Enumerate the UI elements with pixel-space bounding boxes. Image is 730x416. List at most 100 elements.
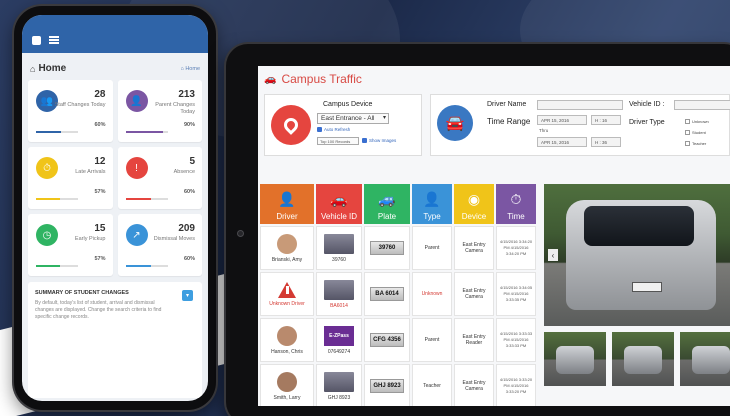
previous-photo-icon[interactable]: ‹ xyxy=(548,249,558,261)
driver-type-unknown[interactable]: Unknown xyxy=(685,119,709,124)
driver-name: Hanson, Chris xyxy=(271,348,303,355)
driver-avatar xyxy=(277,371,297,392)
stat-percent: 90% xyxy=(183,122,195,128)
stat-label: Early Pickup xyxy=(74,236,106,242)
checkbox-icon[interactable] xyxy=(685,130,690,135)
checkbox-icon[interactable] xyxy=(685,119,690,124)
time-value: 4/15/2016 3:33:20 PM 4/15/2016 3:33:20 P… xyxy=(499,377,533,394)
breadcrumb-text[interactable]: Home xyxy=(185,66,200,72)
driver-name: Brianski, Amy xyxy=(271,256,303,263)
device-select-value[interactable]: East Entrance - All xyxy=(321,115,374,122)
photo-thumbnail[interactable] xyxy=(544,332,606,386)
column-header[interactable]: ◉ Device xyxy=(454,184,494,224)
vehicle-id: 07649274 xyxy=(327,348,351,355)
vehicle-thumbnail xyxy=(324,233,354,254)
photo-thumbnail[interactable] xyxy=(680,332,730,386)
stat-card[interactable]: ⏱ 12 Late Arrivals 57% xyxy=(28,147,113,209)
column-header[interactable]: ⏱ Time xyxy=(496,184,536,224)
type-cell: Parent xyxy=(412,318,452,362)
photo-thumbnails xyxy=(544,332,730,386)
progress-bar xyxy=(36,198,78,200)
date-to-input[interactable]: APR 15, 2016 xyxy=(537,137,587,147)
vehicle-id: BA6014 xyxy=(330,302,348,309)
stat-card[interactable]: ! 5 Absence 60% xyxy=(117,147,202,209)
table-header: 👤 Driver 🚗 Vehicle ID 🚙 Plate 👤 Type ◉ Device ⏱ Tim… xyxy=(258,184,540,224)
plate-cell: CFG 4356 xyxy=(364,318,410,362)
stat-card[interactable]: ↗ 209 Dismissal Moves 60% xyxy=(117,214,202,276)
column-header[interactable]: 👤 Driver xyxy=(260,184,314,224)
time-to-value[interactable]: H : 36 xyxy=(595,140,607,145)
vehicle-id-input[interactable] xyxy=(674,100,730,110)
progress-bar xyxy=(36,131,78,133)
column-header[interactable]: 🚙 Plate xyxy=(364,184,410,224)
hamburger-menu-icon[interactable] xyxy=(49,36,59,44)
table-row[interactable]: Brianski, Amy 39760 39760 Parent East En… xyxy=(258,226,540,270)
stat-percent: 60% xyxy=(183,189,195,195)
driver-type: Teacher xyxy=(423,383,441,389)
driver-type-option: Unknown xyxy=(692,119,709,124)
records-value[interactable]: Top 100 Records xyxy=(320,139,350,144)
plate-cell: BA 6014 xyxy=(364,272,410,316)
driver-avatar xyxy=(277,233,297,254)
time-from-input[interactable]: H : 16 xyxy=(591,115,621,125)
driver-cell: Brianski, Amy xyxy=(260,226,314,270)
stat-card[interactable]: 👤 213 Parent Changes Today 90% xyxy=(117,80,202,142)
driver-type-option: Teacher xyxy=(692,141,707,146)
tablet-screen: 🚗 Campus Traffic Campus Device East Entr… xyxy=(258,66,730,406)
driver-filter-panel: 🚘 Driver Name Vehicle ID : Time Range AP… xyxy=(430,94,730,156)
driver-type-teacher[interactable]: Teacher xyxy=(685,141,706,146)
stat-label: Dismissal Moves xyxy=(153,236,195,242)
device-name: East Entry Camera xyxy=(462,288,486,300)
filter-dropdown-icon[interactable]: ▾ xyxy=(182,290,193,301)
stats-grid: 👥 28 Staff Changes Today 60% 👤 213 Paren… xyxy=(22,80,208,276)
show-images-checkbox[interactable]: Show Images xyxy=(362,138,396,143)
table-row[interactable]: Unknown Driver BA6014 BA 6014 Unknown Ea… xyxy=(258,272,540,316)
device-select[interactable]: East Entrance - All ▾ xyxy=(317,113,389,124)
date-from-input[interactable]: APR 15, 2016 xyxy=(537,115,587,125)
photo-thumbnail[interactable] xyxy=(612,332,674,386)
time-to-input[interactable]: H : 36 xyxy=(591,137,621,147)
checkbox-icon[interactable] xyxy=(685,141,690,146)
table-row[interactable]: Hanson, Chris E-ZPass 07649274 CFG 4356 P… xyxy=(258,318,540,362)
stat-percent: 57% xyxy=(94,189,106,195)
driver-cell: Unknown Driver xyxy=(260,272,314,316)
date-to-value[interactable]: APR 15, 2016 xyxy=(541,140,569,145)
device-cell: East Entry Camera xyxy=(454,364,494,406)
car-window xyxy=(584,206,694,246)
stat-card[interactable]: 👥 28 Staff Changes Today 60% xyxy=(28,80,113,142)
stat-label: Absence xyxy=(173,169,195,175)
driver-type: Unknown xyxy=(421,291,443,297)
user-icon[interactable] xyxy=(32,35,41,45)
driver-name-input[interactable] xyxy=(537,100,623,110)
driver-cell: Smith, Larry xyxy=(260,364,314,406)
date-from-value[interactable]: APR 15, 2016 xyxy=(541,118,569,123)
car-front-icon: 🚘 xyxy=(437,105,473,141)
stat-card[interactable]: ◷ 15 Early Pickup 57% xyxy=(28,214,113,276)
column-header[interactable]: 👤 Type xyxy=(412,184,452,224)
person-icon: 👤 xyxy=(278,191,296,207)
vehicle-cell: 39760 xyxy=(316,226,362,270)
chevron-down-icon[interactable]: ▾ xyxy=(383,114,386,121)
time-from-value[interactable]: H : 16 xyxy=(595,118,607,123)
driver-type-student[interactable]: Student xyxy=(685,130,706,135)
auto-refresh-checkbox[interactable]: Auto Refresh xyxy=(317,127,350,132)
checkbox-icon[interactable] xyxy=(362,138,367,143)
time-cell: 4/15/2016 3:33:33 PM 4/15/2016 3:33:33 P… xyxy=(496,318,536,362)
stat-value: 15 xyxy=(94,223,106,234)
vehicle-id: GHJ 8923 xyxy=(327,394,351,401)
checkbox-icon[interactable] xyxy=(317,127,322,132)
records-select[interactable]: Top 100 Records xyxy=(317,137,359,145)
type-cell: Unknown xyxy=(412,272,452,316)
breadcrumb[interactable]: ⌂ Home xyxy=(180,66,200,72)
vehicle-id: 39760 xyxy=(332,256,346,263)
time-cell: 4/15/2016 3:34:05 PM 4/15/2016 3:33:35 P… xyxy=(496,272,536,316)
location-pin-icon xyxy=(271,105,311,145)
table-row[interactable]: Smith, Larry GHJ 8923 GHJ 8923 Teacher E… xyxy=(258,364,540,406)
vehicle-id-label: Vehicle ID : xyxy=(629,101,665,108)
filters-bar: Campus Device East Entrance - All ▾ Auto… xyxy=(258,92,730,158)
vehicle-cell: BA6014 xyxy=(316,272,362,316)
tablet-camera xyxy=(237,230,244,237)
vehicle-cell: GHJ 8923 xyxy=(316,364,362,406)
ezpass-tag: E-ZPass xyxy=(324,325,354,346)
column-header[interactable]: 🚗 Vehicle ID xyxy=(316,184,362,224)
